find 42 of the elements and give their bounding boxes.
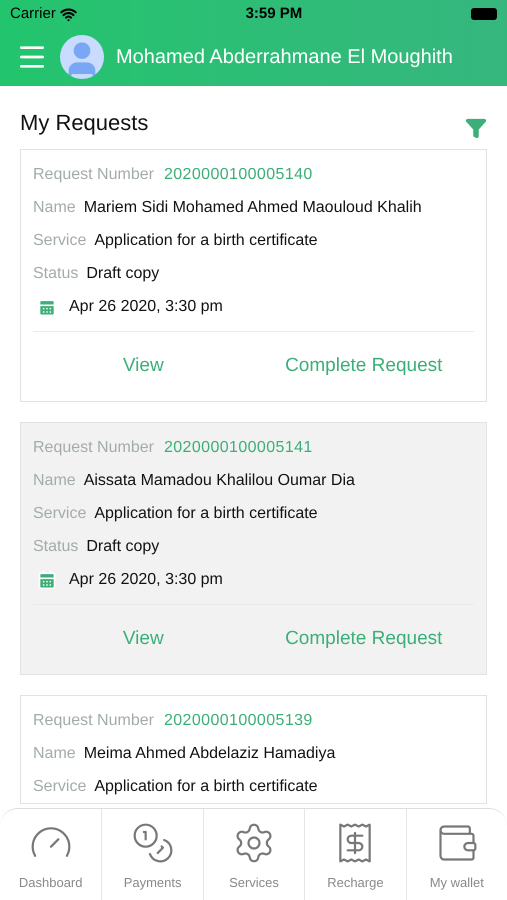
field-value: Application for a birth certificate (94, 504, 318, 524)
tab-item[interactable]: Recharge (304, 809, 406, 900)
field-value: Draft copy (86, 264, 160, 284)
avatar[interactable] (60, 35, 104, 79)
carrier-label: Carrier (10, 4, 56, 24)
field-label: Status (33, 536, 78, 556)
field-label: Status (33, 264, 78, 284)
request-number: 2020000100005140 (164, 164, 313, 184)
field-value: Aissata Mamadou Khalilou Oumar Dia (84, 470, 355, 490)
request-date: Apr 26 2020, 3:30 pm (69, 570, 223, 590)
request-number: 2020000100005141 (164, 438, 313, 458)
field-value: Application for a birth certificate (94, 230, 318, 250)
field-label: Service (33, 230, 86, 250)
view-button[interactable]: View (122, 625, 164, 654)
field-label: Service (33, 776, 86, 796)
field-label: Service (33, 504, 86, 524)
user-name: Mohamed Abderrahmane El Moughith (116, 45, 453, 70)
battery-icon (470, 8, 497, 20)
wifi-icon (60, 6, 77, 22)
field-label: Name (33, 198, 76, 218)
field-label: Name (33, 744, 76, 764)
field-label: Request Number (33, 438, 154, 458)
filter-icon[interactable] (465, 117, 487, 139)
tab-item[interactable]: Services (202, 809, 304, 900)
field-value: Application for a birth certificate (94, 776, 318, 796)
tab-item[interactable]: Payments (101, 809, 203, 900)
complete-request-button[interactable]: Complete Request (285, 352, 442, 381)
field-value: Draft copy (86, 536, 160, 556)
complete-request-button[interactable]: Complete Request (285, 625, 442, 654)
field-label: Request Number (33, 164, 154, 184)
field-label: Name (33, 470, 76, 490)
field-label: Request Number (33, 710, 154, 730)
tab-item[interactable]: Dashboard (0, 809, 102, 900)
tab-item[interactable]: My wallet (406, 809, 507, 900)
calendar-icon (37, 570, 57, 590)
clock: 3:59 PM (246, 4, 302, 24)
page-title: My Requests (20, 109, 148, 137)
request-date: Apr 26 2020, 3:30 pm (69, 296, 223, 316)
view-button[interactable]: View (122, 352, 164, 381)
field-value: Meima Ahmed Abdelaziz Hamadiya (84, 744, 336, 764)
field-value: Mariem Sidi Mohamed Ahmed Maouloud Khalih (84, 198, 422, 218)
request-number: 2020000100005139 (164, 710, 313, 730)
